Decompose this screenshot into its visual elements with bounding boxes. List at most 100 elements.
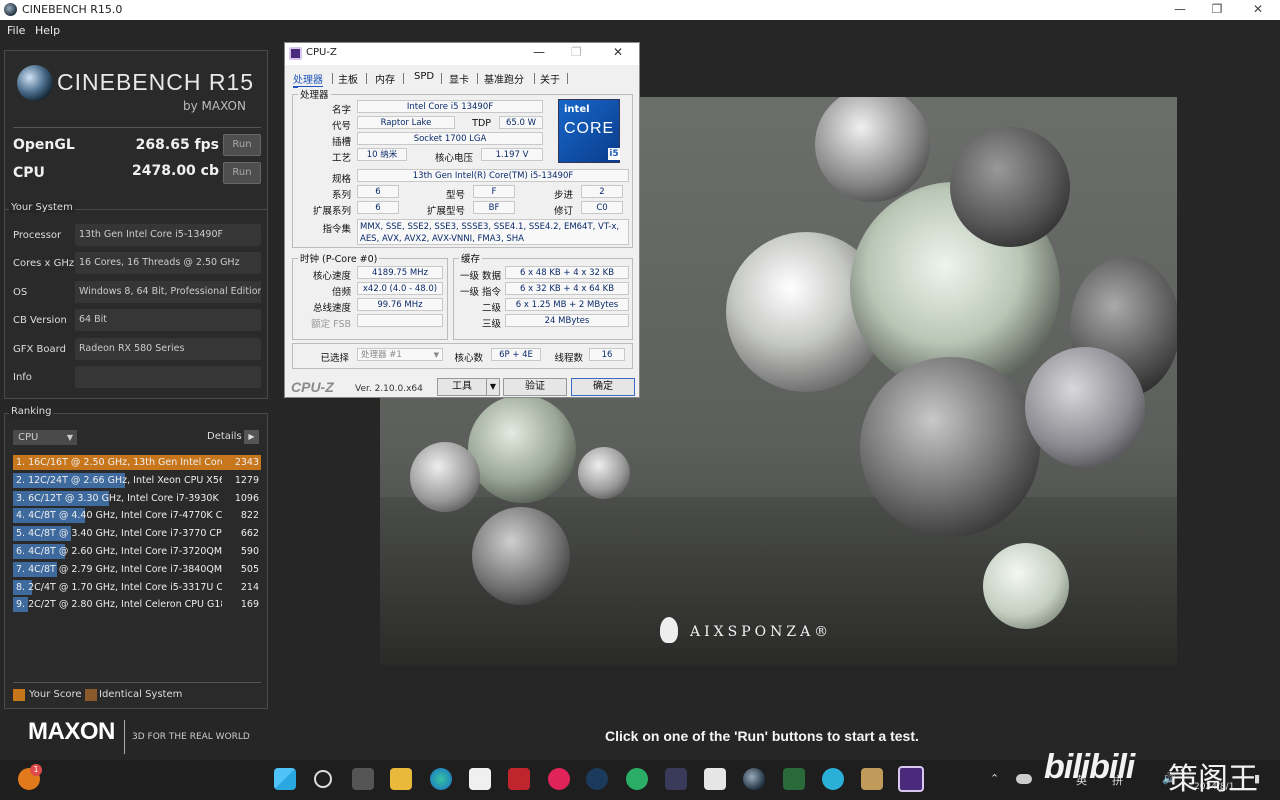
rated-fsb-value: [357, 314, 443, 327]
file-explorer-icon[interactable]: [390, 768, 412, 790]
cpu-label: CPU: [13, 165, 45, 181]
cpuz-close-button[interactable]: ✕: [613, 45, 623, 59]
system-row-processor: Processor 13th Gen Intel Core i5-13490F: [5, 222, 267, 250]
details-button[interactable]: ▶: [244, 430, 259, 444]
wechat-icon[interactable]: [626, 768, 648, 790]
tab-spd[interactable]: SPD: [414, 71, 434, 82]
cpuz-taskbar-icon[interactable]: [898, 766, 924, 792]
ranking-row-label: 6. 4C/8T @ 2.60 GHz, Intel Core i7-3720Q…: [16, 546, 222, 557]
divider: [403, 73, 404, 84]
ranking-row[interactable]: 2. 12C/24T @ 2.66 GHz, Intel Xeon CPU X5…: [13, 472, 261, 488]
info-field[interactable]: [75, 366, 261, 388]
technology-label: 工艺: [331, 153, 351, 164]
l2-value: 6 x 1.25 MB + 2 MBytes: [505, 298, 629, 311]
l1-data-label: 一级 数据: [459, 271, 501, 282]
system-row-label: GFX Board: [13, 344, 66, 355]
ranking-row[interactable]: 8. 2C/4T @ 1.70 GHz, Intel Core i5-3317U…: [13, 579, 261, 595]
tab-graphics[interactable]: 显卡: [449, 71, 469, 86]
menu-file[interactable]: File: [7, 24, 25, 37]
opengl-run-button[interactable]: Run: [223, 134, 261, 156]
ranking-row[interactable]: 1. 16C/16T @ 2.50 GHz, 13th Gen Intel Co…: [13, 455, 261, 470]
search-icon[interactable]: [314, 770, 332, 788]
l1-instr-label: 一级 指令: [459, 287, 501, 298]
tools-button[interactable]: 工具: [437, 378, 487, 396]
app-icon[interactable]: [861, 768, 883, 790]
processor-select[interactable]: 处理器 #1 ▼: [357, 348, 443, 361]
tab-processor[interactable]: 处理器: [293, 71, 323, 88]
ranking-row-score: 822: [240, 510, 259, 522]
name-value: Intel Core i5 13490F: [357, 100, 543, 113]
tdp-value: 65.0 W: [499, 116, 543, 129]
ranking-row[interactable]: 5. 4C/8T @ 3.40 GHz, Intel Core i7-3770 …: [13, 526, 261, 542]
tab-bench[interactable]: 基准跑分: [484, 71, 524, 86]
steam-icon[interactable]: [586, 768, 608, 790]
revision-value: C0: [581, 201, 623, 214]
system-row-value: 64 Bit: [75, 309, 261, 331]
system-row-value: Windows 8, 64 Bit, Professional Edition: [75, 281, 261, 303]
aixsponza-watermark: AIXSPONZA®: [690, 624, 833, 640]
ranking-row[interactable]: 6. 4C/8T @ 2.60 GHz, Intel Core i7-3720Q…: [13, 544, 261, 559]
menu-help[interactable]: Help: [35, 24, 60, 37]
multiplier-label: 倍频: [331, 287, 351, 298]
render-sphere: [860, 357, 1040, 537]
intel-line-text: CORE: [564, 120, 615, 137]
system-row-label: Cores x GHz: [13, 258, 75, 269]
codename-value: Raptor Lake: [357, 116, 455, 129]
cloud-icon[interactable]: [1016, 774, 1032, 784]
edge-icon[interactable]: [430, 768, 452, 790]
ok-button[interactable]: 确定: [571, 378, 635, 396]
ranking-row[interactable]: 4. 4C/8T @ 4.40 GHz, Intel Core i7-4770K…: [13, 508, 261, 524]
ranking-row-score: 662: [240, 528, 259, 540]
close-button[interactable]: ✕: [1238, 0, 1278, 20]
browser-icon[interactable]: [822, 768, 844, 790]
app-icon[interactable]: [704, 768, 726, 790]
maximize-button[interactable]: ❐: [1197, 0, 1237, 20]
minimize-button[interactable]: —: [1160, 0, 1200, 20]
instructions-value: MMX, SSE, SSE2, SSE3, SSSE3, SSE4.1, SSE…: [357, 219, 629, 245]
your-system-group: Your System Processor 13th Gen Intel Cor…: [4, 202, 268, 399]
task-view-icon[interactable]: [352, 768, 374, 790]
netease-music-icon[interactable]: [548, 768, 570, 790]
opengl-score: 268.65 fps: [135, 137, 219, 153]
notification-badge: 1: [30, 764, 42, 776]
intel-tier-text: i5: [608, 148, 620, 160]
render-sphere: [472, 507, 570, 605]
game-app-icon[interactable]: [665, 768, 687, 790]
tab-memory[interactable]: 内存: [375, 71, 395, 86]
ranking-type-dropdown[interactable]: CPU ▼: [13, 430, 77, 445]
model-label: 型号: [445, 190, 465, 201]
specification-value: 13th Gen Intel(R) Core(TM) i5-13490F: [357, 169, 629, 182]
validate-button[interactable]: 验证: [503, 378, 567, 396]
tab-mainboard[interactable]: 主板: [338, 71, 358, 86]
ranking-row[interactable]: 3. 6C/12T @ 3.30 GHz, Intel Core i7-3930…: [13, 490, 261, 506]
divider: [441, 73, 442, 84]
cores-value: 6P + 4E: [491, 348, 541, 361]
package-value: Socket 1700 LGA: [357, 132, 543, 145]
ranking-row-score: 1096: [234, 492, 259, 504]
monitor-app-icon[interactable]: [783, 768, 805, 790]
cpuz-app-icon: [289, 47, 302, 60]
selection-label: 已选择: [320, 353, 349, 364]
cinebench-logo-icon: [17, 65, 53, 101]
start-icon[interactable]: [274, 768, 296, 790]
cinebench-taskbar-icon[interactable]: [743, 768, 765, 790]
chevron-up-icon[interactable]: ⌃: [990, 772, 999, 785]
cpu-run-button[interactable]: Run: [223, 162, 261, 184]
bilibili-watermark: bilibili: [1044, 748, 1135, 786]
wps-icon[interactable]: [508, 768, 530, 790]
ranking-row-label: 9. 2C/2T @ 2.80 GHz, Intel Celeron CPU G…: [16, 599, 222, 611]
l3-label: 三级: [481, 319, 501, 330]
cpuz-window: CPU-Z — ❐ ✕ 处理器 主板 内存 SPD 显卡 基准跑分 关于 处理器…: [284, 42, 640, 398]
ranking-row[interactable]: 7. 4C/8T @ 2.79 GHz, Intel Core i7-3840Q…: [13, 561, 261, 577]
system-row-value: 13th Gen Intel Core i5-13490F: [75, 224, 261, 246]
ranking-row-score: 2343: [234, 457, 259, 468]
render-sphere: [1025, 347, 1145, 467]
ranking-row-label: 4. 4C/8T @ 4.40 GHz, Intel Core i7-4770K…: [16, 510, 222, 522]
tab-about[interactable]: 关于: [540, 71, 560, 86]
ranking-row[interactable]: 9. 2C/2T @ 2.80 GHz, Intel Celeron CPU G…: [13, 597, 261, 613]
divider: [534, 73, 535, 84]
core-speed-label: 核心速度: [312, 271, 351, 282]
store-icon[interactable]: [469, 768, 491, 790]
cpuz-minimize-button[interactable]: —: [533, 45, 545, 59]
tools-dropdown-button[interactable]: ▼: [486, 378, 500, 396]
